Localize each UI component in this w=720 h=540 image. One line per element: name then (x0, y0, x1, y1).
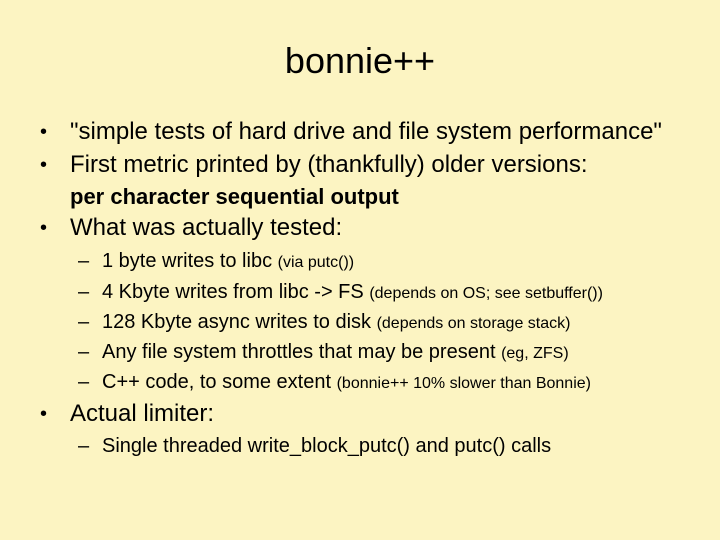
sub-bullet-text-wrap: 4 Kbyte writes from libc -> FS (depends … (102, 280, 603, 306)
sub-bullet-dash: – (78, 281, 90, 303)
sub-bullet-text: 1 byte writes to libc (102, 250, 273, 272)
bullet-dot: • (40, 403, 48, 425)
sub-bullet-text: 128 Kbyte async writes to disk (102, 311, 372, 333)
bullet-dot: • (40, 217, 48, 239)
sub-bullet-text: 4 Kbyte writes from libc -> FS (102, 281, 364, 303)
bullet-dot: • (40, 154, 48, 176)
sub-bullet-note: (via putc()) (277, 254, 355, 271)
sub-bullet-note: (depends on storage stack) (376, 315, 571, 332)
sub-bullet-text: Any file system throttles that may be pr… (102, 341, 496, 363)
bullet-bold-text: per character sequential output (70, 184, 399, 209)
sub-bullet-dash: – (78, 341, 90, 363)
sub-bullet-text: C++ code, to some extent (102, 371, 332, 393)
sub-bullet-text-wrap: C++ code, to some extent (bonnie++ 10% s… (102, 370, 591, 396)
sub-bullet-note: (bonnie++ 10% slower than Bonnie) (336, 375, 591, 392)
sub-bullet-dash: – (78, 250, 90, 272)
sub-bullet-dash: – (78, 435, 90, 457)
bullet-text: "simple tests of hard drive and file sys… (70, 118, 662, 145)
slide-title: bonnie++ (284, 40, 436, 81)
sub-bullet-text-wrap: 1 byte writes to libc (via putc()) (102, 249, 354, 275)
bullet-text: What was actually tested: (70, 214, 343, 241)
sub-bullet-text-wrap: 128 Kbyte async writes to disk (depends … (102, 310, 570, 336)
bullet-text: First metric printed by (thankfully) old… (70, 151, 588, 178)
sub-bullet-dash: – (78, 311, 90, 333)
sub-bullet-text: Single threaded write_block_putc() and p… (102, 435, 552, 457)
sub-bullet-text-wrap: Single threaded write_block_putc() and p… (102, 434, 551, 458)
sub-bullet-text-wrap: Any file system throttles that may be pr… (102, 340, 569, 366)
sub-bullet-dash: – (78, 371, 90, 393)
bullet-dot: • (40, 121, 48, 143)
sub-bullet-note: (depends on OS; see setbuffer()) (369, 285, 603, 302)
sub-bullet-note: (eg, ZFS) (501, 345, 569, 362)
bullet-text: Actual limiter: (70, 400, 215, 427)
